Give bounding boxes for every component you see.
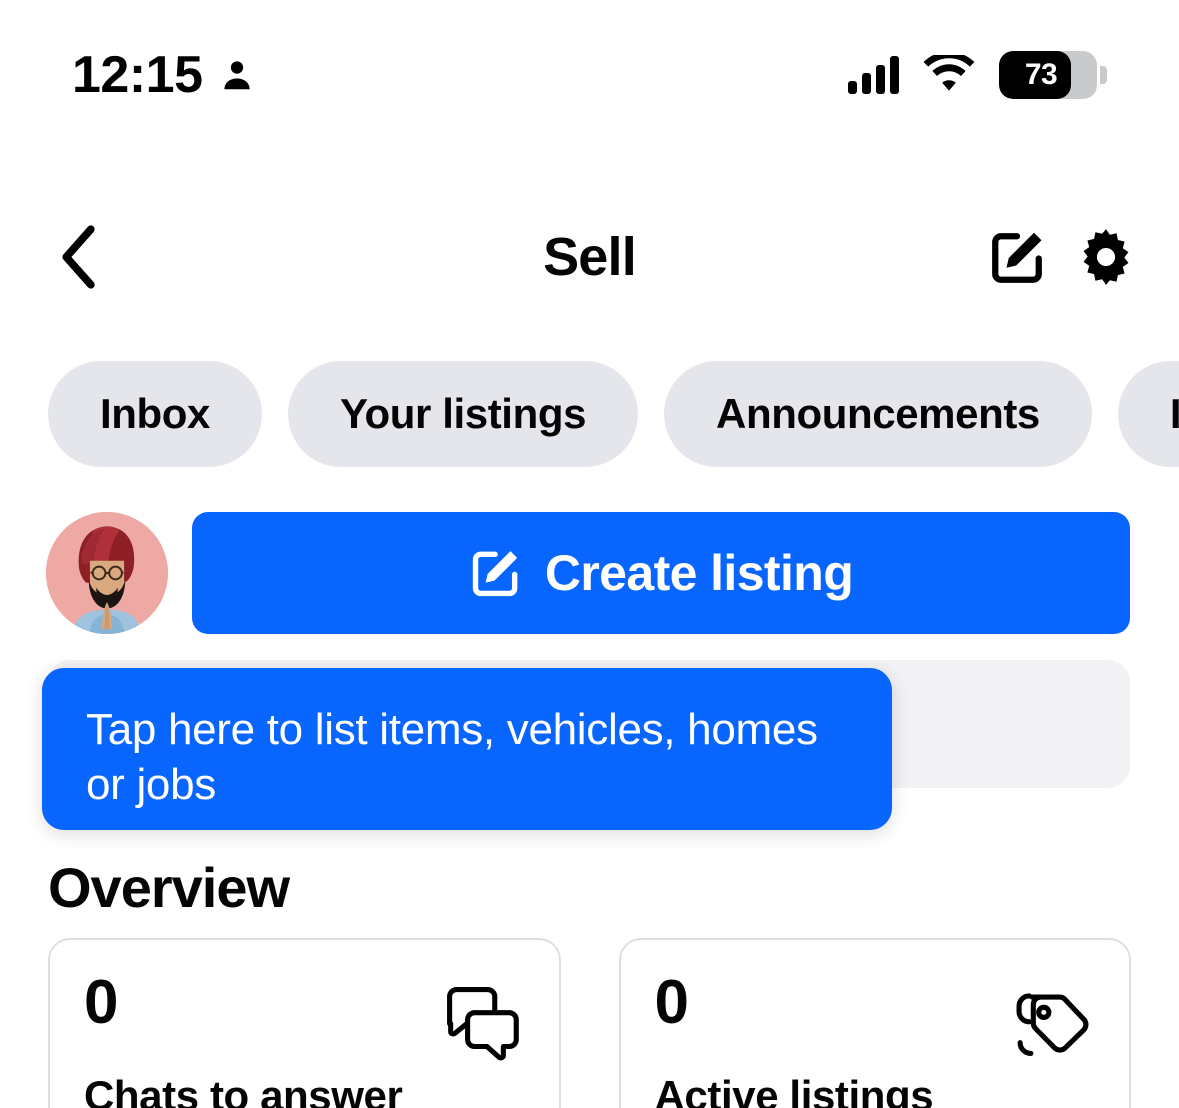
tab-inbox[interactable]: Inbox bbox=[48, 361, 262, 467]
stat-card-listings[interactable]: 0 Active listings bbox=[618, 938, 1131, 1108]
overview-heading: Overview bbox=[48, 856, 290, 919]
status-bar-right: 73 bbox=[848, 51, 1107, 99]
status-bar-left: 12:15 bbox=[72, 49, 255, 101]
back-button[interactable] bbox=[48, 223, 108, 291]
battery-body: 73 bbox=[999, 51, 1097, 99]
phone-screen: 12:15 73 Sell Inbox Your listings Announ… bbox=[0, 0, 1179, 1108]
create-listing-button[interactable]: Create listing bbox=[192, 512, 1130, 634]
overview-stat-cards: 0 Chats to answer 0 Active listings bbox=[48, 938, 1131, 1108]
avatar-illustration bbox=[46, 512, 168, 634]
cellular-signal-icon bbox=[848, 56, 899, 94]
page-header: Sell bbox=[0, 198, 1179, 316]
battery-tip bbox=[1100, 66, 1107, 84]
stat-listings-label: Active listings bbox=[654, 1072, 934, 1108]
battery-percent: 73 bbox=[1024, 58, 1058, 91]
chat-bubbles-icon bbox=[446, 986, 519, 1061]
create-listing-tooltip[interactable]: Tap here to list items, vehicles, homes … bbox=[42, 668, 892, 830]
price-tag-icon bbox=[1016, 993, 1089, 1057]
status-bar: 12:15 73 bbox=[0, 0, 1179, 150]
tab-insights-label: Insights bbox=[1169, 390, 1179, 437]
header-actions bbox=[987, 226, 1137, 288]
settings-button[interactable] bbox=[1075, 226, 1137, 288]
user-avatar[interactable] bbox=[46, 512, 168, 634]
stat-chats-label: Chats to answer bbox=[84, 1072, 403, 1108]
stat-card-chats[interactable]: 0 Chats to answer bbox=[48, 938, 561, 1108]
chevron-left-icon bbox=[62, 225, 95, 289]
battery-indicator: 73 bbox=[999, 51, 1107, 99]
wifi-icon bbox=[923, 55, 975, 91]
tooltip-text: Tap here to list items, vehicles, homes … bbox=[86, 705, 818, 810]
tab-your-listings[interactable]: Your listings bbox=[288, 361, 639, 467]
tab-announcements[interactable]: Announcements bbox=[664, 361, 1092, 467]
gear-icon bbox=[1083, 229, 1129, 285]
compose-icon bbox=[472, 551, 518, 597]
tab-your-listings-label: Your listings bbox=[340, 390, 587, 437]
compose-button[interactable] bbox=[987, 226, 1049, 288]
tab-inbox-label: Inbox bbox=[100, 390, 210, 437]
create-listing-row: Create listing bbox=[0, 512, 1179, 634]
tab-chip-row[interactable]: Inbox Your listings Announcements Insigh… bbox=[0, 360, 1179, 468]
create-listing-label: Create listing bbox=[544, 545, 854, 601]
tab-announcements-label: Announcements bbox=[716, 390, 1040, 437]
tab-insights[interactable]: Insights bbox=[1117, 361, 1179, 467]
status-time: 12:15 bbox=[72, 46, 203, 104]
person-icon bbox=[223, 61, 250, 90]
compose-icon bbox=[992, 232, 1042, 283]
